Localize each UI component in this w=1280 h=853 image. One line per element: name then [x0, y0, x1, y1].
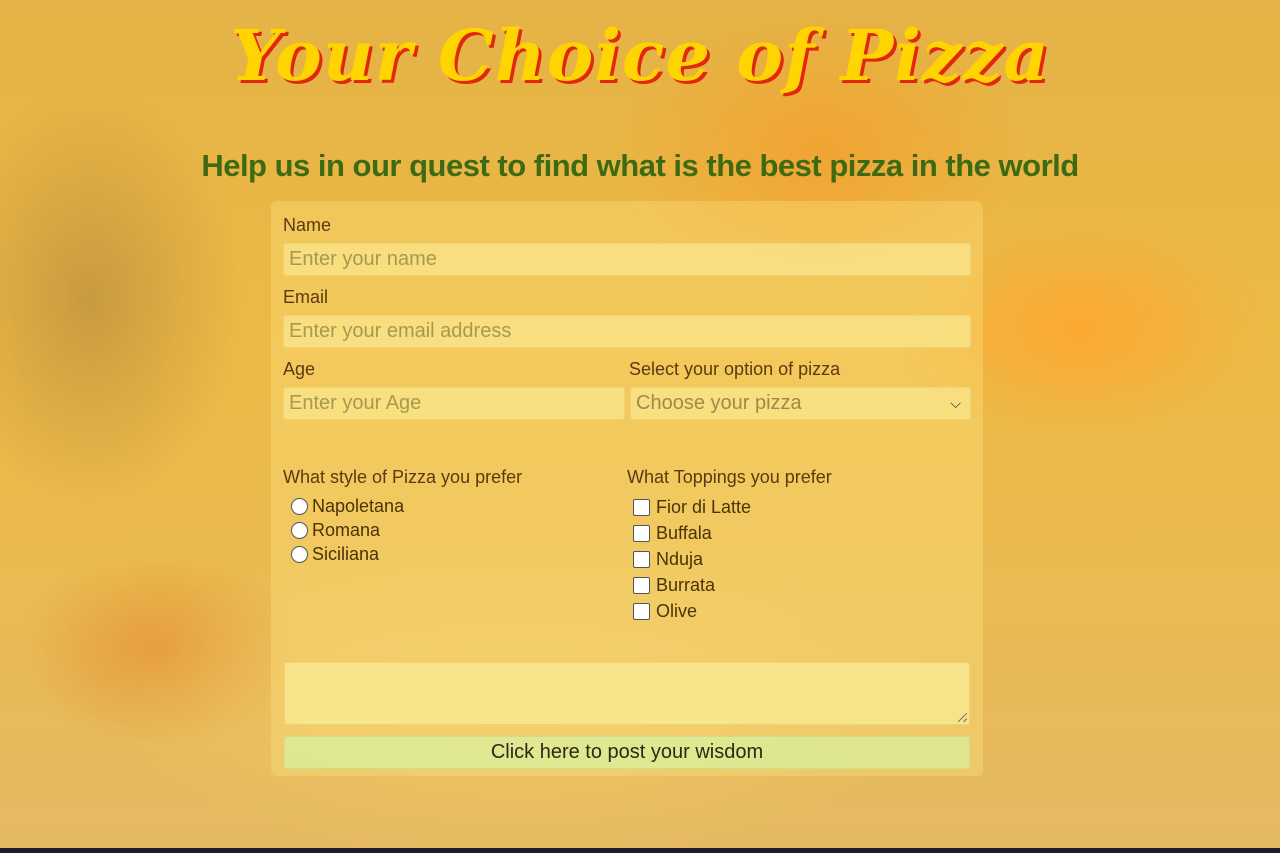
name-input[interactable] — [283, 243, 971, 276]
bottom-edge — [0, 848, 1280, 853]
page-title: Your Choice of Pizza — [230, 14, 1050, 97]
chevron-down-icon: ⌵ — [950, 395, 961, 411]
age-label: Age — [283, 359, 316, 379]
style-option-label: Romana — [312, 520, 381, 540]
radio-button[interactable] — [291, 498, 308, 515]
pizza-select-label: Select your option of pizza — [629, 359, 841, 379]
page-subtitle: Help us in our quest to find what is the… — [201, 148, 1079, 183]
age-input[interactable] — [283, 387, 625, 420]
topping-option-label: Fior di Latte — [656, 497, 752, 517]
topping-option-label: Olive — [656, 601, 698, 621]
submit-button[interactable]: Click here to post your wisdom — [284, 736, 970, 769]
email-input[interactable] — [283, 315, 971, 348]
topping-option-label: Nduja — [656, 549, 704, 569]
topping-option-label: Burrata — [656, 575, 716, 595]
resize-handle-icon[interactable] — [958, 713, 967, 722]
style-option-label: Napoletana — [312, 496, 405, 516]
topping-option-burrata[interactable]: Burrata — [633, 575, 715, 596]
style-option-label: Siciliana — [312, 544, 380, 564]
style-option-siciliana[interactable]: Siciliana — [291, 544, 379, 565]
pizza-select-value: Choose your pizza — [636, 392, 802, 414]
topping-option-buffala[interactable]: Buffala — [633, 523, 712, 544]
style-option-romana[interactable]: Romana — [291, 520, 380, 541]
checkbox[interactable] — [633, 499, 650, 516]
pizza-select[interactable]: Choose your pizza ⌵ — [630, 387, 971, 420]
topping-option-fior-di-latte[interactable]: Fior di Latte — [633, 497, 751, 518]
name-label: Name — [283, 215, 332, 235]
checkbox[interactable] — [633, 525, 650, 542]
survey-form: Name Email Age Select your option of piz… — [271, 201, 983, 776]
toppings-label: What Toppings you prefer — [627, 467, 832, 487]
style-label: What style of Pizza you prefer — [283, 467, 523, 487]
radio-button[interactable] — [291, 522, 308, 539]
comments-textarea[interactable] — [284, 662, 970, 725]
topping-option-label: Buffala — [656, 523, 712, 543]
email-label: Email — [283, 287, 329, 307]
checkbox[interactable] — [633, 603, 650, 620]
radio-button[interactable] — [291, 546, 308, 563]
topping-option-nduja[interactable]: Nduja — [633, 549, 703, 570]
topping-option-olive[interactable]: Olive — [633, 601, 697, 622]
style-option-napoletana[interactable]: Napoletana — [291, 496, 404, 517]
checkbox[interactable] — [633, 551, 650, 568]
checkbox[interactable] — [633, 577, 650, 594]
